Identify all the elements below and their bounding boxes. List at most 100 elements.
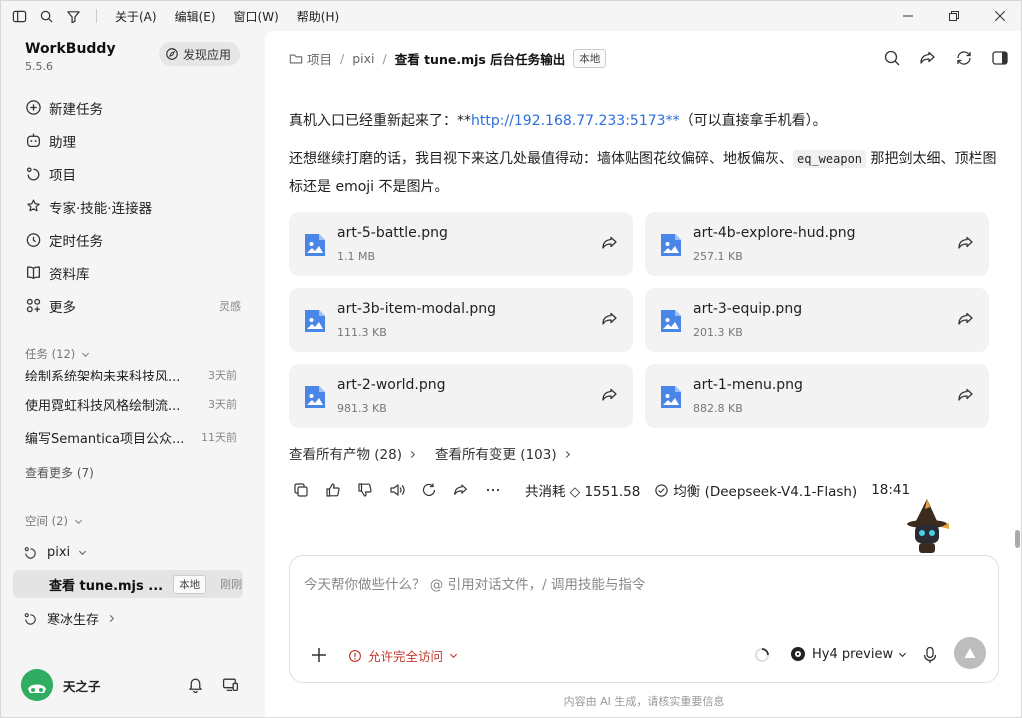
- file-card[interactable]: art-5-battle.png 1.1 MB: [289, 212, 633, 276]
- see-more-tasks-link[interactable]: 查看更多 (7): [25, 464, 94, 481]
- view-all-artifacts-link[interactable]: 查看所有产物 (28): [289, 443, 417, 463]
- message-text: 真机入口已经重新起来了：**: [289, 113, 471, 129]
- menu-about[interactable]: 关于(A): [115, 8, 157, 25]
- sidebar-toggle-icon[interactable]: [10, 7, 28, 25]
- model-selector[interactable]: Hy4 preview: [790, 646, 907, 662]
- user-profile[interactable]: 天之子: [21, 669, 101, 701]
- active-task-item[interactable]: 查看 tune.mjs ... 本地 刚刚: [13, 570, 243, 598]
- space-item-ice-survival[interactable]: 寒冰生存: [23, 607, 116, 629]
- user-name: 天之子: [63, 678, 101, 694]
- file-card[interactable]: art-3-equip.png 201.3 KB: [645, 288, 989, 352]
- file-card[interactable]: art-2-world.png 981.3 KB: [289, 364, 633, 428]
- chevron-right-icon: [410, 450, 416, 459]
- task-item[interactable]: 编写Semantica项目公众... 11天前: [25, 427, 237, 447]
- file-name: art-2-world.png: [337, 377, 446, 393]
- sidebar-item-expert[interactable]: 专家·技能·连接器: [17, 190, 249, 223]
- sidebar-item-more[interactable]: 更多 灵感: [17, 289, 249, 322]
- file-card[interactable]: art-1-menu.png 882.8 KB: [645, 364, 989, 428]
- copy-icon[interactable]: [293, 482, 309, 498]
- panel-toggle-icon[interactable]: [991, 49, 1009, 67]
- menu-edit[interactable]: 编辑(E): [175, 8, 216, 25]
- project-icon: [26, 167, 40, 181]
- space-label: 寒冰生存: [47, 612, 100, 628]
- more-icon[interactable]: [485, 482, 501, 498]
- discover-apps-button[interactable]: 发现应用: [159, 42, 241, 66]
- message-actions: 共消耗 ◇ 1551.58 均衡 (Deepseek-V4.1-Flash) 1…: [293, 480, 910, 500]
- message-time: 18:41: [871, 482, 911, 498]
- ai-disclaimer: 内容由 AI 生成，请核实重要信息: [563, 695, 725, 708]
- file-card[interactable]: art-3b-item-modal.png 111.3 KB: [289, 288, 633, 352]
- bell-icon[interactable]: [187, 676, 204, 693]
- sidebar-item-label: 助理: [49, 134, 76, 151]
- share-icon[interactable]: [957, 310, 975, 328]
- tasks-header-label: 任务 (12): [25, 347, 76, 361]
- sidebar: WorkBuddy 5.5.6 发现应用 新建任务 助理 项目 专家·技能·连接…: [1, 31, 265, 717]
- view-all-changes-link[interactable]: 查看所有变更 (103): [435, 443, 572, 463]
- image-file-icon: [305, 234, 325, 256]
- breadcrumb-root[interactable]: 项目: [307, 49, 332, 68]
- task-item[interactable]: 绘制系统架构未来科技风... 3天前: [25, 365, 237, 381]
- sidebar-item-new-task[interactable]: 新建任务: [17, 91, 249, 124]
- folder-icon: [289, 54, 303, 63]
- task-list-clip: 绘制系统架构未来科技风... 3天前: [1, 361, 265, 381]
- send-button[interactable]: [954, 637, 986, 669]
- search-icon[interactable]: [37, 7, 55, 25]
- app-window: 关于(A) 编辑(E) 窗口(W) 帮助(H) WorkBuddy 5.5.6 …: [0, 0, 1022, 718]
- speaker-icon[interactable]: [389, 482, 405, 498]
- access-permission-dropdown[interactable]: 允许完全访问: [348, 646, 464, 665]
- sidebar-item-label: 资料库: [49, 266, 90, 283]
- dev-server-link[interactable]: http://192.168.77.233:5173**: [471, 113, 680, 129]
- share-icon[interactable]: [601, 310, 619, 328]
- minimize-button[interactable]: [885, 1, 931, 31]
- window-controls: [885, 1, 1021, 31]
- image-file-icon: [305, 386, 325, 408]
- inspiration-link[interactable]: 灵感: [219, 298, 241, 314]
- task-time: 3天前: [208, 369, 237, 381]
- scrollbar-thumb[interactable]: [1015, 530, 1020, 548]
- share-icon[interactable]: [957, 234, 975, 252]
- tasks-section-header[interactable]: 任务 (12): [25, 346, 90, 362]
- sidebar-item-assistant[interactable]: 助理: [17, 124, 249, 157]
- restore-button[interactable]: [931, 1, 977, 31]
- microphone-icon[interactable]: [922, 646, 938, 664]
- thumbs-up-icon[interactable]: [325, 482, 341, 498]
- sidebar-item-label: 更多: [49, 299, 76, 316]
- regenerate-icon[interactable]: [421, 482, 437, 498]
- refresh-icon[interactable]: [955, 49, 973, 67]
- share-icon[interactable]: [601, 386, 619, 404]
- devices-icon[interactable]: [222, 676, 239, 693]
- model-mode: 均衡 (Deepseek-V4.1-Flash): [673, 484, 858, 500]
- filter-icon[interactable]: [64, 7, 82, 25]
- close-button[interactable]: [977, 1, 1021, 31]
- menu-help[interactable]: 帮助(H): [297, 8, 339, 25]
- task-item[interactable]: 使用霓虹科技风格绘制流... 3天前: [25, 394, 237, 414]
- sidebar-item-scheduled[interactable]: 定时任务: [17, 223, 249, 256]
- sidebar-item-library[interactable]: 资料库: [17, 256, 249, 289]
- sidebar-item-project[interactable]: 项目: [17, 157, 249, 190]
- menu-window[interactable]: 窗口(W): [234, 8, 279, 25]
- sidebar-item-label: 专家·技能·连接器: [49, 200, 153, 217]
- breadcrumb-space[interactable]: pixi: [352, 51, 374, 66]
- share-icon[interactable]: [957, 386, 975, 404]
- mascot-wizard-icon: [907, 499, 949, 553]
- search-icon[interactable]: [883, 49, 901, 67]
- share-icon[interactable]: [453, 482, 469, 498]
- image-file-icon: [661, 234, 681, 256]
- file-name: art-4b-explore-hud.png: [693, 225, 856, 241]
- message-input[interactable]: 今天帮你做些什么？ @ 引用对话文件，/ 调用技能与指令: [304, 573, 645, 593]
- space-item-pixi[interactable]: pixi: [23, 541, 87, 563]
- file-card[interactable]: art-4b-explore-hud.png 257.1 KB: [645, 212, 989, 276]
- share-icon[interactable]: [601, 234, 619, 252]
- share-icon[interactable]: [919, 49, 937, 67]
- spaces-section-header[interactable]: 空间 (2): [25, 513, 83, 529]
- main-panel: 项目 / pixi / 查看 tune.mjs 后台任务输出 本地 真机入口已经…: [265, 31, 1021, 717]
- space-label: pixi: [47, 544, 71, 560]
- composer: 今天帮你做些什么？ @ 引用对话文件，/ 调用技能与指令 允许完全访问 Hy4 …: [289, 555, 999, 683]
- thumbs-down-icon[interactable]: [357, 482, 373, 498]
- sidebar-footer-actions: [187, 676, 239, 693]
- file-name: art-1-menu.png: [693, 377, 803, 393]
- app-name: WorkBuddy: [25, 41, 116, 57]
- view-links: 查看所有产物 (28) 查看所有变更 (103): [289, 443, 572, 463]
- add-icon[interactable]: [310, 646, 328, 664]
- task-title: 绘制系统架构未来科技风...: [25, 369, 181, 382]
